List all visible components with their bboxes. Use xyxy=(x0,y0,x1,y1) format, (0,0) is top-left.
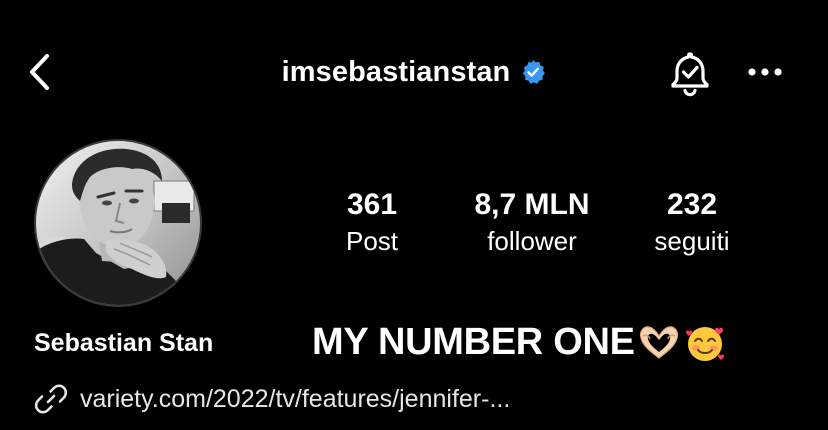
notifications-button[interactable] xyxy=(664,48,716,100)
bio-text: MY NUMBER ONE xyxy=(312,321,635,363)
smiling-face-with-hearts-emoji xyxy=(685,327,724,361)
chevron-left-icon xyxy=(30,54,49,90)
profile-link[interactable]: variety.com/2022/tv/features/jennifer-..… xyxy=(34,381,510,417)
verified-badge-icon xyxy=(523,59,546,84)
stat-followers-count: 8,7 MLN xyxy=(474,188,590,221)
stat-following-label: seguiti xyxy=(654,226,730,256)
more-horizontal-icon xyxy=(748,68,782,76)
heart-hands-emoji xyxy=(639,326,678,359)
stat-posts[interactable]: 361 Post xyxy=(287,186,457,258)
profile-avatar[interactable] xyxy=(34,139,202,307)
bio: MY NUMBER ONE xyxy=(312,318,727,366)
profile-photo xyxy=(36,141,200,305)
bell-check-icon xyxy=(671,52,709,97)
stat-posts-label: Post xyxy=(345,226,399,256)
stat-following-count: 232 xyxy=(666,188,718,221)
display-name: Sebastian Stan xyxy=(34,329,214,357)
more-options-button[interactable] xyxy=(742,52,788,92)
link-icon xyxy=(34,384,68,414)
profile-link-text[interactable]: variety.com/2022/tv/features/jennifer-..… xyxy=(80,385,510,414)
stat-posts-count: 361 xyxy=(346,188,398,221)
stat-followers-label: follower xyxy=(487,226,577,256)
username-title[interactable]: imsebastianstan xyxy=(282,56,511,89)
stat-followers[interactable]: 8,7 MLN follower xyxy=(447,186,617,258)
back-button[interactable] xyxy=(18,48,62,96)
stat-following[interactable]: 232 seguiti xyxy=(607,186,777,258)
